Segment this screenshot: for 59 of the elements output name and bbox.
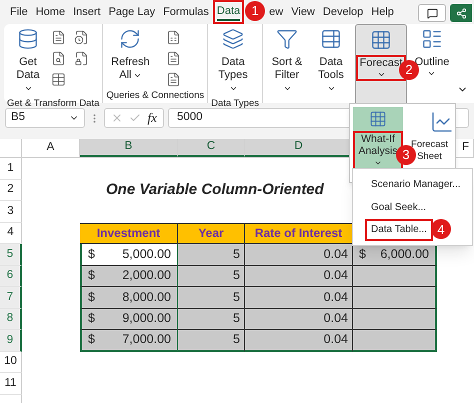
table-cell[interactable]: $ 9,000.00 [80,308,178,330]
row-header[interactable]: 7 [0,287,22,308]
group-label: Queries & Connections [105,89,206,103]
table-cell: 5 [178,244,245,266]
forecast-button[interactable]: Forecast [355,24,407,103]
row-header[interactable]: 11 [0,373,22,394]
refresh-button[interactable]: Refresh All [107,24,154,89]
menu-item[interactable]: Goal Seek... [365,196,432,218]
table-cell: 5 [178,308,245,330]
ribbon-tab[interactable]: Page Lay [104,0,160,24]
insert-function-button[interactable]: fx [148,108,157,128]
ribbon-tab[interactable]: File [6,0,32,24]
column-header[interactable]: B [80,139,178,157]
ribbon-tab[interactable]: Develop [318,0,368,24]
name-box[interactable]: B5 [5,108,85,128]
what-if-button[interactable]: What-If Analysis [353,107,403,171]
ribbon-tab[interactable]: Help [367,0,398,24]
table-cell: 5 [178,266,245,287]
group-label: Data Types [210,97,260,111]
step-badge: 4 [431,219,451,240]
ribbon-tab[interactable]: Home [32,0,70,24]
table-cell: 0.04 [245,308,353,330]
table-cell: 0.04 [245,287,353,308]
table-cell[interactable]: $ 5,000.00 [80,244,178,266]
data-tools-button[interactable]: Data Tools [310,24,352,103]
sheet-title: One Variable Column-Oriented [105,180,324,200]
table-cell[interactable]: $ 2,000.00 [80,266,178,287]
menu-item[interactable]: Data Table... [365,218,433,241]
menu-item[interactable]: Scenario Manager... [365,173,466,196]
table-cell[interactable]: $ 7,000.00 [80,330,178,352]
ribbon-tab[interactable]: Formulas [159,0,213,24]
table-cell: 5 [178,330,245,352]
ribbon-tab[interactable]: ew [265,0,288,24]
ribbon-tab[interactable]: View [287,0,319,24]
table-header-cell: Year [178,222,245,244]
row-header[interactable]: 10 [0,352,22,373]
row-header[interactable]: 9 [0,330,22,352]
row-header[interactable]: 8 [0,308,22,330]
sort-filter-button[interactable]: Sort & Filter [267,24,307,103]
ribbon-tab[interactable]: Insert [69,0,105,24]
table-cell: 0.04 [245,266,353,287]
row-header[interactable]: 1 [0,158,22,180]
row-header[interactable]: 6 [0,266,22,287]
table-header-cell: Rate of Interest [245,222,353,244]
row-header[interactable]: 3 [0,201,22,222]
row-header[interactable]: 2 [0,180,22,201]
data-types-button[interactable]: Data Types [212,24,254,97]
get-data-button[interactable]: Get Data [8,24,48,97]
table-cell: $ 6,000.00 [353,244,437,266]
row-header[interactable]: 5 [0,244,22,266]
table-cell[interactable]: $ 8,000.00 [80,287,178,308]
table-cell: 0.04 [245,330,353,352]
table-cell: 5 [178,287,245,308]
column-header[interactable]: C [178,139,245,157]
group-label: Get & Transform Data [6,97,100,111]
step-badge: 1 [245,1,266,21]
table-header-cell: Investment [80,222,178,244]
step-badge: 3 [396,145,416,165]
table-cell: 0.04 [245,244,353,266]
